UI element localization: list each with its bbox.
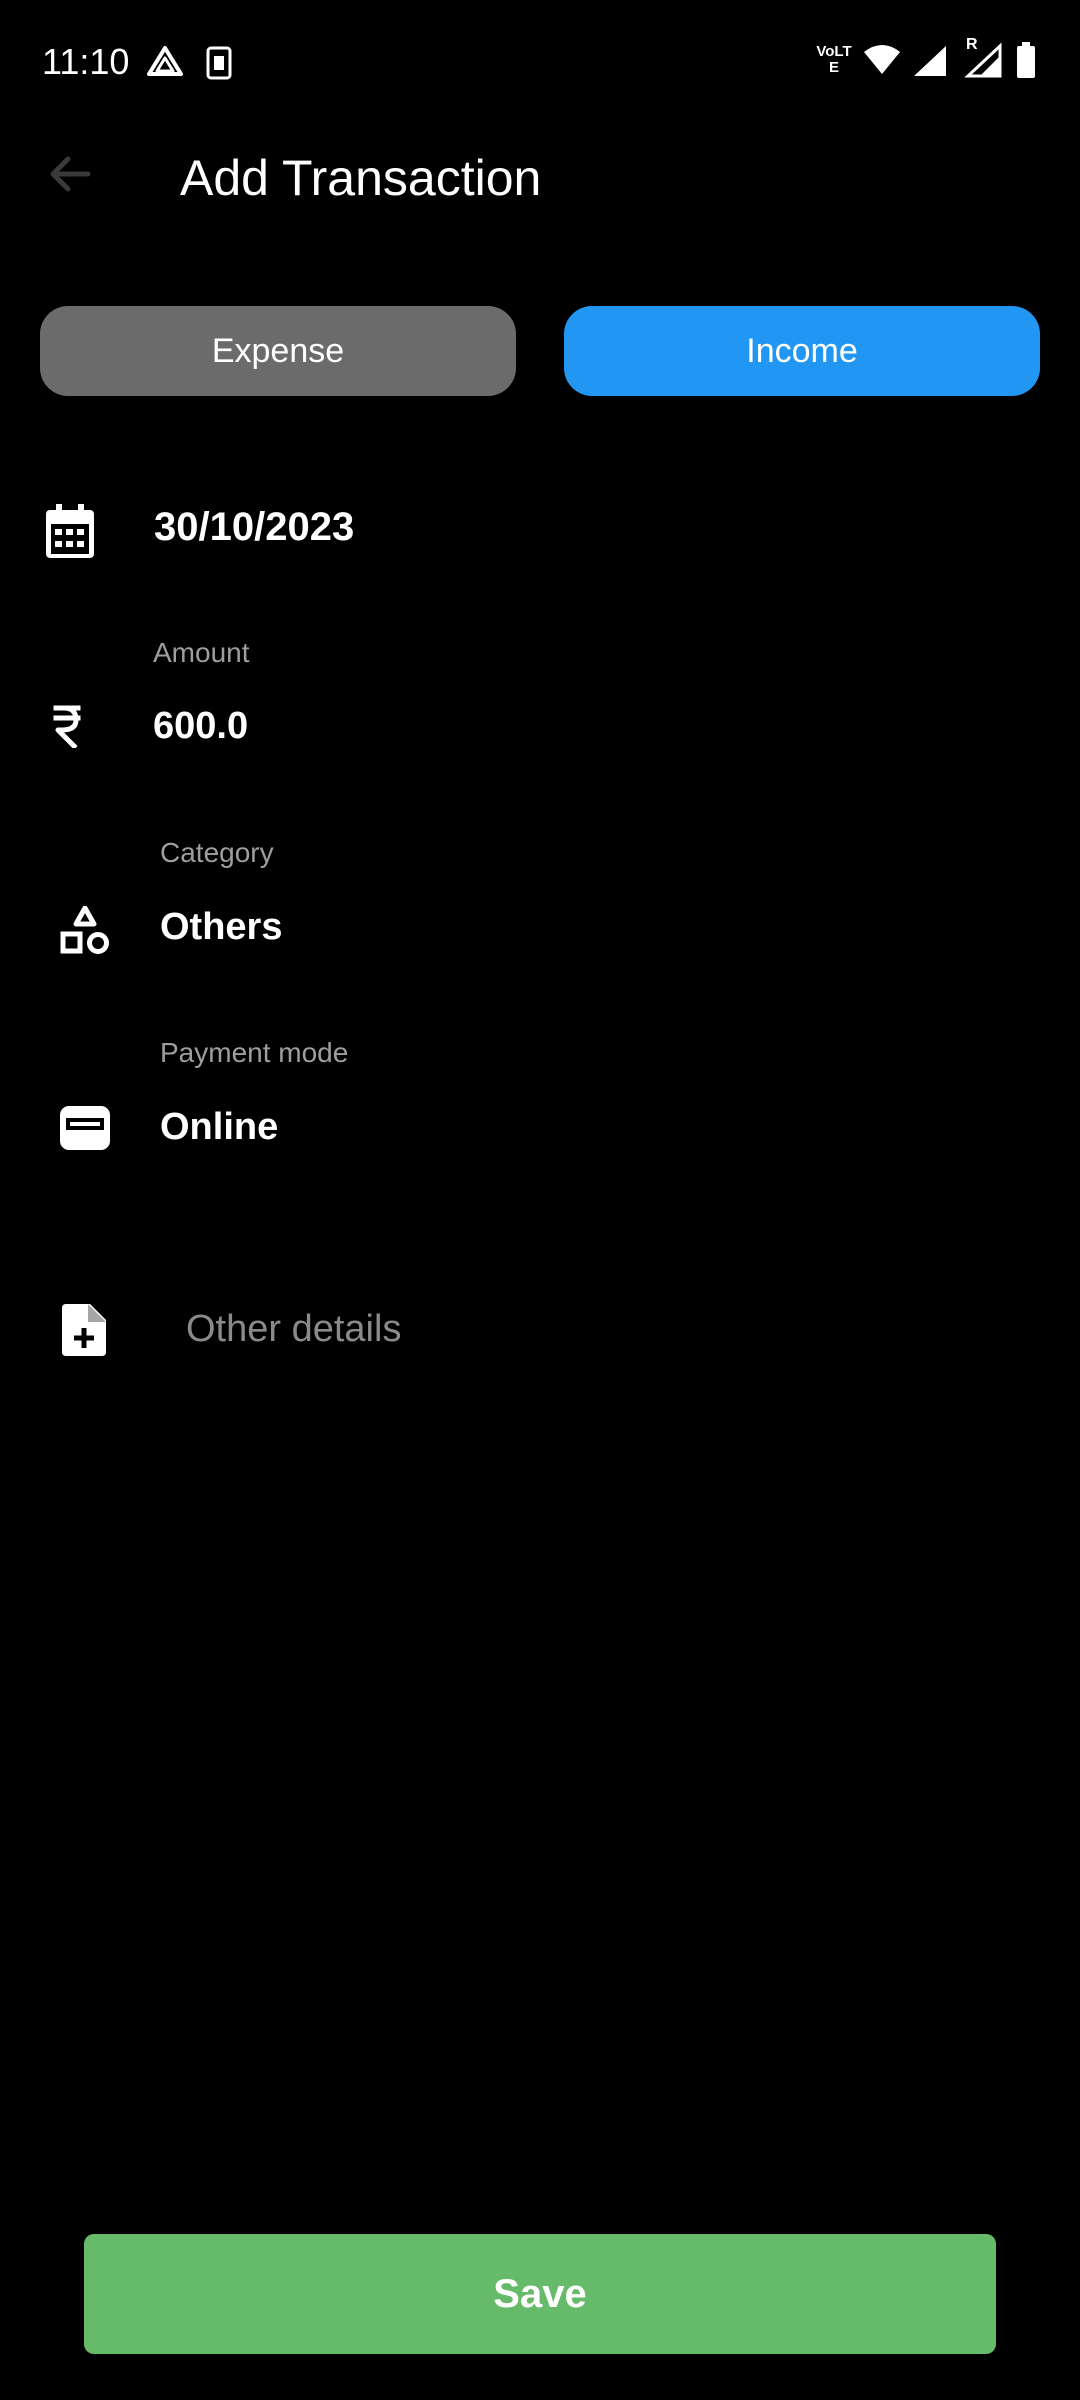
back-button[interactable] [40,146,100,206]
payment-mode-label: Payment mode [160,1037,349,1068]
roaming-signal-icon: R [964,36,1002,83]
shapes-icon [60,906,110,956]
volte-label: VoLTE [816,43,852,76]
payment-mode-select[interactable]: Online [160,1104,278,1150]
wallet-icon [60,1106,110,1150]
wifi-icon [862,44,902,81]
income-button[interactable]: Income [564,306,1040,396]
date-value[interactable]: 30/10/2023 [154,504,354,550]
back-arrow-icon [48,154,92,199]
status-bar: 11:10 VoLTE R [0,0,1080,126]
amount-input[interactable]: 600.0 [153,703,248,749]
other-details-input[interactable]: Other details [186,1306,401,1352]
page-title: Add Transaction [180,150,542,206]
note-add-icon [62,1304,106,1356]
sim-icon [206,46,232,85]
category-select[interactable]: Others [160,904,282,950]
amount-label: Amount [153,637,250,668]
drive-icon [146,44,184,83]
battery-icon [1016,42,1036,83]
category-label: Category [160,837,274,868]
roaming-letter: R [966,36,978,53]
expense-button[interactable]: Expense [40,306,516,396]
signal-icon [912,44,948,83]
volte-icon: VoLTE [816,44,852,76]
rupee-icon [52,704,82,748]
status-time: 11:10 [42,41,130,82]
calendar-icon [44,504,96,560]
save-button[interactable]: Save [84,2234,996,2354]
